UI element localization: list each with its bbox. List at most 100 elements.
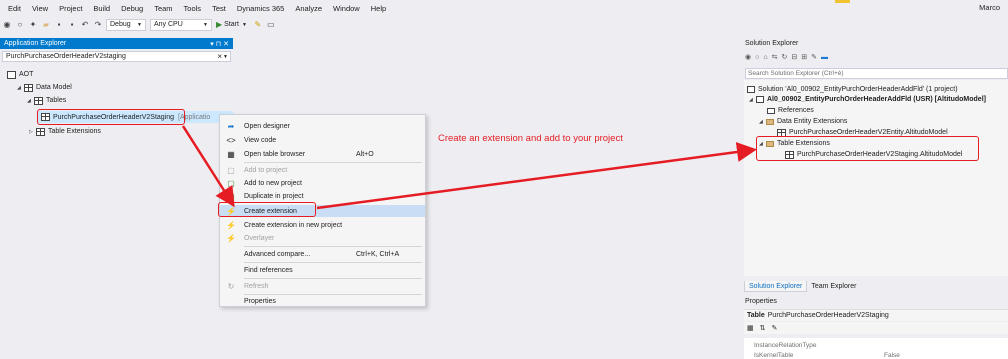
preview-icon[interactable]: ▬ xyxy=(821,54,828,61)
menu-test[interactable]: Test xyxy=(212,4,226,13)
save-all-icon[interactable]: ▪ xyxy=(67,20,77,30)
back-icon[interactable]: ◉ xyxy=(2,20,12,30)
tab-solution-explorer[interactable]: Solution Explorer xyxy=(744,281,808,292)
menu-dynamics365[interactable]: Dynamics 365 xyxy=(237,4,285,13)
menu-open-table-browser[interactable]: ▦ Open table browser Alt+O xyxy=(220,148,425,160)
menu-open-designer[interactable]: ➦ Open designer xyxy=(220,120,425,132)
start-button[interactable]: ▶ Start ▼ xyxy=(216,20,247,29)
tree-table-extensions[interactable]: ▷ Table Extensions xyxy=(29,126,101,137)
layout-icon[interactable]: ▭ xyxy=(266,20,276,30)
pending-icon[interactable]: ↻ xyxy=(781,53,787,61)
tab-team-explorer[interactable]: Team Explorer xyxy=(807,281,860,292)
tree-data-entity-extensions[interactable]: ◢ Data Entity Extensions xyxy=(759,116,847,127)
solution-explorer-title: Solution Explorer xyxy=(745,40,799,47)
property-row[interactable]: IsKernelTable False xyxy=(744,352,1008,359)
tree-project[interactable]: ◢ Al0_00902_EntityPurchOrderHeaderAddFld… xyxy=(749,94,986,105)
code-icon: <> xyxy=(226,135,236,145)
menu-find-references[interactable]: Find references xyxy=(220,264,425,276)
properties-title: Properties xyxy=(745,298,777,305)
config-value: Debug xyxy=(110,21,131,28)
expand-icon[interactable]: ◢ xyxy=(749,97,756,103)
highlight-table-item xyxy=(37,109,185,125)
save-icon[interactable]: ▪ xyxy=(54,20,64,30)
chevron-down-icon: ▼ xyxy=(203,21,208,28)
menu-debug[interactable]: Debug xyxy=(121,4,143,13)
menu-item-label: Find references xyxy=(244,266,293,274)
menu-item-label: Duplicate in project xyxy=(244,192,304,200)
find-icon[interactable]: ✎ xyxy=(253,20,263,30)
folder-icon xyxy=(766,118,774,125)
open-designer-icon: ➦ xyxy=(227,121,235,131)
menu-overlayer[interactable]: ⚡ Overlayer xyxy=(220,232,425,244)
menu-view-code[interactable]: <> View code xyxy=(220,134,425,146)
sync-icon[interactable]: ⇆ xyxy=(772,53,778,61)
home-icon[interactable]: ⌂ xyxy=(763,54,767,61)
menu-advanced-compare[interactable]: Advanced compare... Ctrl+K, Ctrl+A xyxy=(220,248,425,260)
tree-data-model[interactable]: ◢ Data Model xyxy=(17,82,72,93)
app-explorer-title-text: Application Explorer xyxy=(4,40,67,47)
solution-icon xyxy=(747,86,755,93)
menu-add-to-new-project[interactable]: ▢ Add to new project xyxy=(220,177,425,189)
solution-explorer-search[interactable]: Search Solution Explorer (Ctrl+è) xyxy=(745,68,1008,79)
menu-build[interactable]: Build xyxy=(93,4,110,13)
new-project-icon: ▢ xyxy=(227,178,235,188)
menu-edit[interactable]: Edit xyxy=(8,4,21,13)
properties-toolbar: ▦ ⇅ ✎ xyxy=(744,322,1008,334)
menu-view[interactable]: View xyxy=(32,4,48,13)
back-icon[interactable]: ◉ xyxy=(745,53,751,61)
forward-icon[interactable]: ○ xyxy=(15,20,25,30)
menu-create-extension-new-project[interactable]: ⚡ Create extension in new project xyxy=(220,219,425,231)
play-icon: ▶ xyxy=(216,20,223,29)
redo-icon[interactable]: ↷ xyxy=(93,20,103,30)
chevron-down-icon: ▼ xyxy=(241,21,247,28)
undo-icon[interactable]: ↶ xyxy=(80,20,90,30)
new-project-icon[interactable]: ✦ xyxy=(28,20,38,30)
chevron-down-icon[interactable]: ▼ xyxy=(223,54,228,60)
menu-separator xyxy=(244,262,422,263)
menu-team[interactable]: Team xyxy=(154,4,172,13)
menu-separator xyxy=(244,246,422,247)
app-explorer-search[interactable]: PurchPurchaseOrderHeaderV2staging × ▼ xyxy=(2,51,231,62)
highlight-create-extension xyxy=(218,202,316,217)
menu-item-label: Add to new project xyxy=(244,179,302,187)
collapse-all-icon[interactable]: ⊟ xyxy=(791,53,797,61)
menu-refresh[interactable]: ↻ Refresh xyxy=(220,280,425,292)
menu-help[interactable]: Help xyxy=(371,4,386,13)
project-icon xyxy=(756,96,764,103)
clear-icon[interactable]: × xyxy=(217,52,222,61)
menu-item-label: Properties xyxy=(244,297,276,305)
annotation-text: Create an extension and add to your proj… xyxy=(438,133,623,144)
solution-explorer-toolbar: ◉ ○ ⌂ ⇆ ↻ ⊟ ⊞ ✎ ▬ xyxy=(745,51,832,63)
alphabetical-icon[interactable]: ⇅ xyxy=(760,324,766,332)
panel-buttons[interactable]: ▾ ⊓ ✕ xyxy=(210,40,229,48)
menu-window[interactable]: Window xyxy=(333,4,360,13)
show-all-icon[interactable]: ⊞ xyxy=(801,53,807,61)
menu-item-label: Refresh xyxy=(244,282,269,290)
platform-combo[interactable]: Any CPU ▼ xyxy=(150,18,212,31)
property-pages-icon[interactable]: ✎ xyxy=(772,324,778,332)
user-name[interactable]: Marco xyxy=(979,3,1000,12)
categorized-icon[interactable]: ▦ xyxy=(747,324,754,332)
expand-icon[interactable]: ◢ xyxy=(27,98,34,104)
tree-references[interactable]: References xyxy=(767,105,814,116)
tree-data-model-label: Data Model xyxy=(36,84,72,91)
expand-icon[interactable]: ◢ xyxy=(759,119,766,125)
menu-add-to-project[interactable]: ▢ Add to project xyxy=(220,164,425,176)
menu-properties[interactable]: Properties xyxy=(220,295,425,307)
tree-aot[interactable]: AOT xyxy=(7,69,33,80)
expand-icon[interactable]: ◢ xyxy=(17,85,24,91)
forward-icon[interactable]: ○ xyxy=(755,54,759,61)
property-row[interactable]: InstanceRelationType xyxy=(744,342,1008,352)
menu-project[interactable]: Project xyxy=(59,4,82,13)
menu-tools[interactable]: Tools xyxy=(184,4,202,13)
refresh-icon: ↻ xyxy=(227,281,235,291)
properties-icon[interactable]: ✎ xyxy=(811,53,817,61)
data-model-icon xyxy=(24,83,33,92)
tree-references-label: References xyxy=(778,107,814,114)
config-combo[interactable]: Debug ▼ xyxy=(106,18,146,31)
menu-analyze[interactable]: Analyze xyxy=(295,4,322,13)
menu-duplicate-in-project[interactable]: ▢ Duplicate in project xyxy=(220,190,425,202)
open-icon[interactable]: ▰ xyxy=(41,20,51,30)
tree-tables[interactable]: ◢ Tables xyxy=(27,95,66,106)
collapse-icon[interactable]: ▷ xyxy=(29,129,36,135)
